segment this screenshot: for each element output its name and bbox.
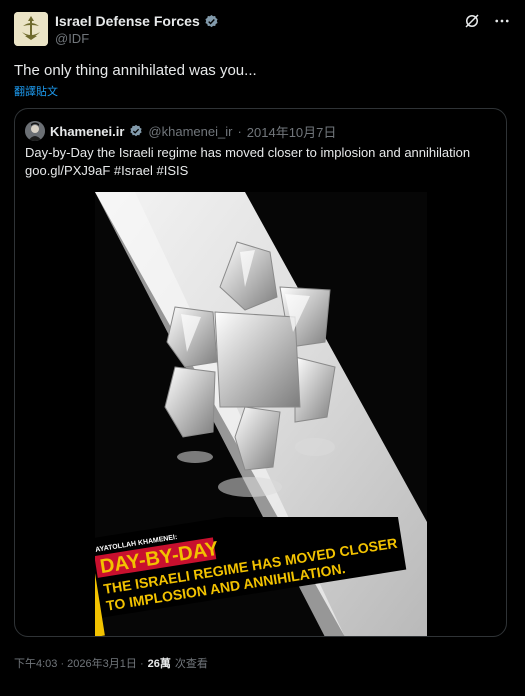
- quoted-tweet-card[interactable]: Khamenei.ir @khamenei_ir · 2014年10月7日 Da…: [14, 108, 507, 637]
- quoted-text-line-2: goo.gl/PXJ9aF #Israel #ISIS: [25, 163, 189, 178]
- verified-badge-icon: [205, 14, 218, 27]
- quoted-author-name: Khamenei.ir: [50, 123, 125, 139]
- quoted-date: 2014年10月7日: [246, 124, 337, 140]
- idf-avatar[interactable]: [14, 12, 48, 46]
- quoted-text-line-1: Day-by-Day the Israeli regime has moved …: [25, 145, 471, 160]
- author-name[interactable]: Israel Defense Forces: [55, 13, 200, 29]
- quoted-verified-badge-icon: [130, 124, 143, 137]
- tweet-text: The only thing annihilated was you...: [14, 62, 257, 79]
- author-handle[interactable]: @IDF: [55, 31, 89, 46]
- views-count: 26萬: [147, 658, 171, 670]
- dot-separator: ·: [237, 123, 242, 139]
- quote-banner: AYATOLLAH KHAMENEI: DAY-BY-DAY THE ISRAE…: [95, 517, 407, 636]
- views-label: 次查看: [174, 658, 208, 670]
- tweet-header: Israel Defense Forces @IDF: [14, 10, 511, 50]
- quoted-tweet-header: Khamenei.ir @khamenei_ir · 2014年10月7日: [25, 121, 336, 141]
- quoted-media-image[interactable]: AYATOLLAH KHAMENEI: DAY-BY-DAY THE ISRAE…: [95, 192, 427, 636]
- quoted-avatar: [25, 121, 45, 141]
- translate-post-link[interactable]: 翻譯貼文: [14, 83, 58, 99]
- tweet-footer: 下午4:03 · 2026年3月1日 · 26萬 次查看: [14, 655, 208, 671]
- post-timestamp[interactable]: 下午4:03 · 2026年3月1日 ·: [14, 655, 144, 671]
- grok-icon[interactable]: [463, 12, 481, 30]
- quoted-tweet-text: Day-by-Day the Israeli regime has moved …: [25, 144, 500, 180]
- author-name-row[interactable]: Israel Defense Forces: [55, 13, 219, 29]
- quoted-author-handle: @khamenei_ir: [148, 123, 233, 139]
- more-options-icon[interactable]: [493, 12, 511, 30]
